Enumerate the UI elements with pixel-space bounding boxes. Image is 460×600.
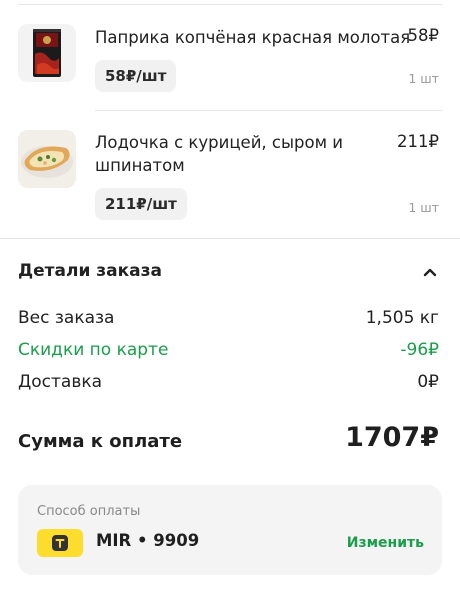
total-value: 1707₽ — [345, 422, 439, 453]
chicken-boat-pastry-image[interactable] — [18, 130, 76, 188]
item-quantity: 1 шт — [408, 200, 439, 215]
top-divider — [18, 4, 442, 5]
payment-method-title: Способ оплаты — [37, 504, 141, 519]
item-price: 211₽ — [397, 132, 439, 151]
unit-price-badge: 211₽/шт — [95, 188, 187, 220]
payment-card-name: MIR • 9909 — [96, 531, 200, 550]
item-name[interactable]: Паприка копчёная красная молотая — [95, 26, 410, 49]
total-label: Сумма к оплате — [18, 431, 183, 452]
card-discount-value: -96₽ — [400, 340, 439, 360]
chevron-up-icon[interactable] — [422, 264, 438, 280]
item-name-line: шпинатом — [95, 156, 185, 175]
order-weight-value: 1,505 кг — [365, 308, 439, 328]
delivery-value: 0₽ — [417, 372, 439, 392]
card-discount-label: Скидки по карте — [18, 340, 169, 360]
item-price: 58₽ — [407, 26, 440, 45]
section-divider — [0, 238, 460, 239]
tinkoff-bank-icon — [37, 529, 83, 557]
unit-price-badge: 58₽/шт — [95, 60, 177, 92]
item-name-line: Лодочка с курицей, сыром и — [95, 133, 343, 152]
payment-method-card[interactable]: Способ оплаты MIR • 9909 Изменить — [18, 485, 442, 575]
order-details-title[interactable]: Детали заказа — [18, 261, 162, 281]
item-name[interactable]: Лодочка с курицей, сыром и шпинатом — [95, 131, 343, 177]
order-weight-label: Вес заказа — [18, 308, 115, 328]
paprika-package-image[interactable] — [18, 24, 76, 82]
delivery-label: Доставка — [18, 372, 103, 392]
item-quantity: 1 шт — [408, 71, 439, 86]
change-payment-button[interactable]: Изменить — [347, 535, 424, 551]
item-divider — [95, 110, 442, 111]
